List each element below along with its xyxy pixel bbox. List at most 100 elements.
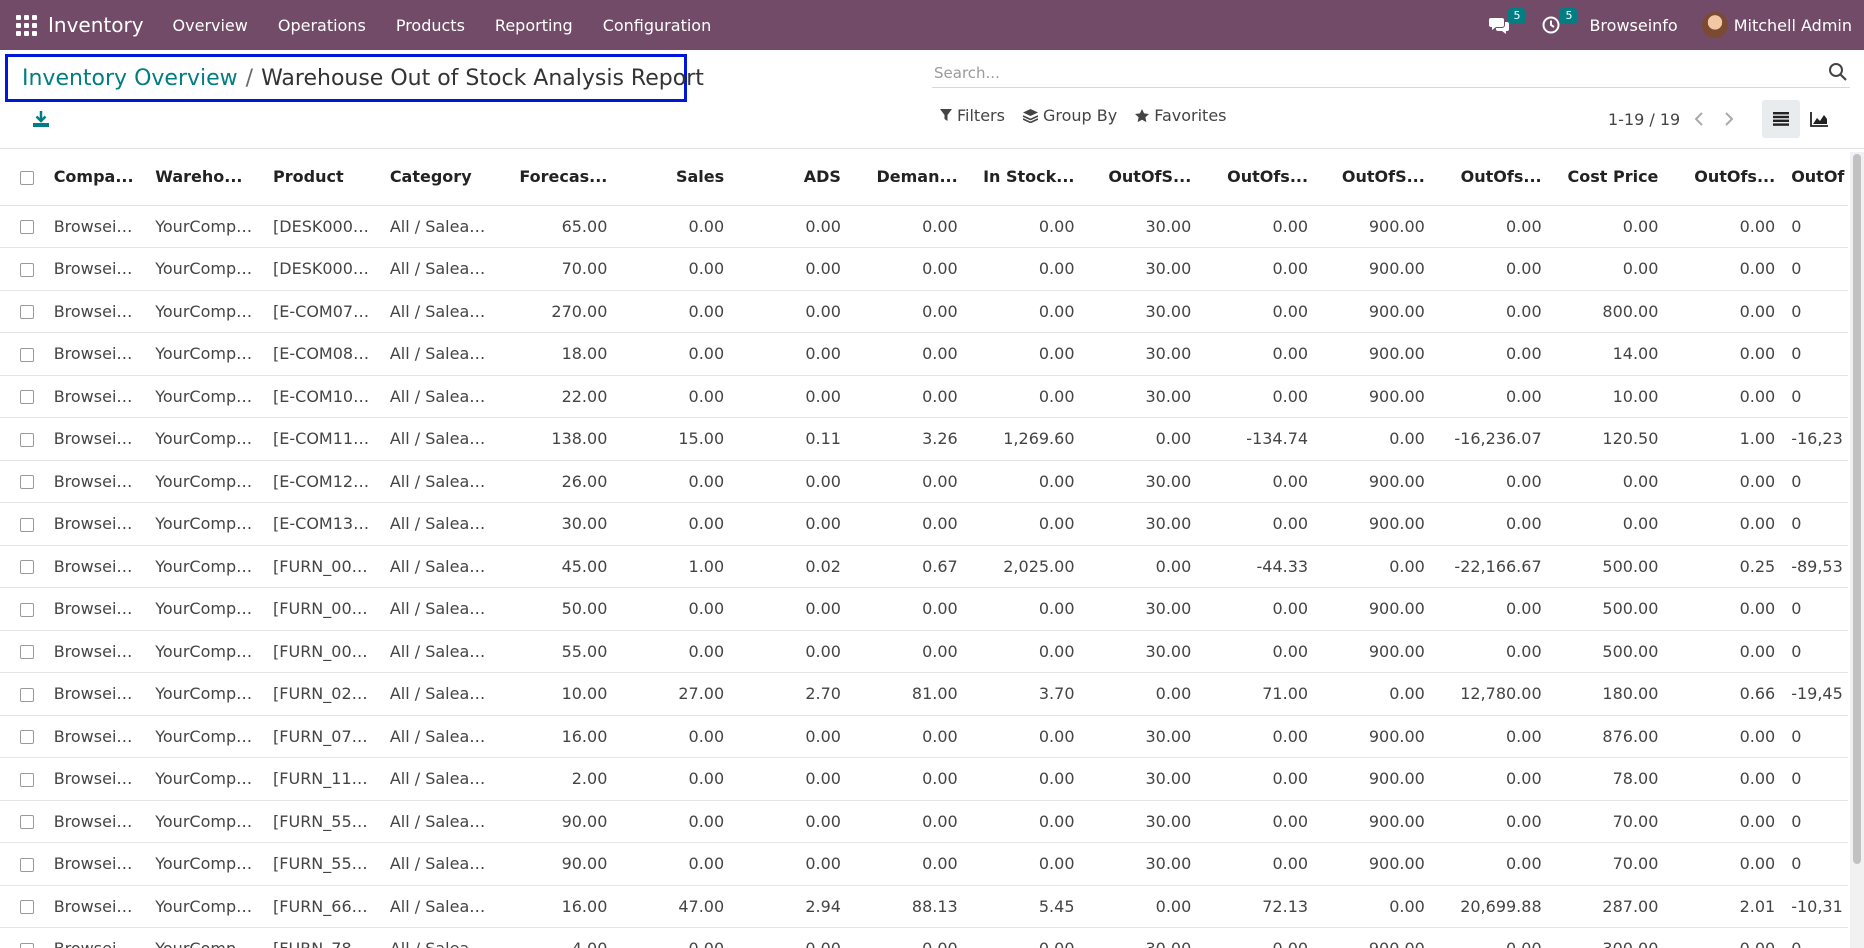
table-cell: 0.00 [848,842,966,886]
column-header[interactable]: Wareho... [147,149,266,206]
table-row[interactable]: Browseinfo YourCompany [E-COM07] ... All / … [0,290,1848,333]
table-cell: 0.00 [732,927,849,948]
table-cell: 900.00 [1316,332,1433,376]
table-row[interactable]: Browseinfo YourCompany [FURN_555... All / S… [0,800,1848,843]
row-checkbox[interactable] [0,247,46,291]
row-checkbox[interactable] [0,205,46,248]
column-header[interactable]: Sales [615,149,733,206]
menu-operations[interactable]: Operations [263,16,381,35]
menu-products[interactable]: Products [381,16,480,35]
row-checkbox[interactable] [0,715,46,758]
table-cell: All / Saleabl... [381,460,499,503]
company-switcher[interactable]: Browseinfo [1589,16,1677,35]
table-cell: 2.94 [732,885,849,928]
menu-configuration[interactable]: Configuration [588,16,727,35]
pager-next-button[interactable] [1718,108,1740,130]
table-cell: [E-COM13] ... [265,502,382,546]
row-checkbox[interactable] [0,630,46,673]
row-checkbox[interactable] [0,842,46,886]
column-header[interactable]: OutOf [1783,149,1848,206]
table-row[interactable]: Browseinfo YourCompany [FURN_009... All / S… [0,545,1848,588]
row-checkbox[interactable] [0,502,46,546]
column-header[interactable]: OutOfs... [1666,149,1784,206]
row-checkbox[interactable] [0,375,46,418]
row-checkbox[interactable] [0,757,46,801]
column-header[interactable]: Forecas... [498,149,616,206]
column-header[interactable]: OutOfs... [1432,149,1550,206]
table-header-row: Compa... Wareho... Product Category Fore… [0,149,1848,206]
table-row[interactable]: Browseinfo YourCompany [FURN_026... All / S… [0,672,1848,716]
column-header[interactable]: OutOfS... [1082,149,1200,206]
pager-previous-button[interactable] [1688,108,1710,130]
column-header[interactable]: Compa... [45,149,148,206]
table-cell: -10,31 [1783,885,1848,928]
column-header[interactable]: Cost Price [1549,149,1667,206]
row-checkbox[interactable] [0,332,46,376]
table-cell: YourCompany [147,502,266,546]
column-header[interactable]: Deman... [848,149,966,206]
column-header[interactable]: OutOfS... [1316,149,1433,206]
table-cell: 0 [1783,502,1848,546]
table-cell: 0.00 [1199,757,1317,801]
table-row[interactable]: BrowseinfoYourCompany[FURN_780...All / S… [0,927,1848,948]
row-checkbox[interactable] [0,290,46,333]
table-cell: All / Saleabl... [381,290,499,333]
table-cell: 0.00 [848,630,966,673]
column-header[interactable]: OutOfs... [1199,149,1317,206]
table-cell: 0.67 [848,545,966,588]
column-header[interactable]: Product [265,149,382,206]
row-checkbox[interactable] [0,885,46,928]
group-by-button[interactable]: Group By [1022,106,1117,125]
column-header[interactable]: ADS [732,149,849,206]
table-row[interactable]: Browseinfo YourCompany [FURN_111... All / S… [0,757,1848,801]
row-checkbox[interactable] [0,672,46,716]
table-cell: 0.00 [848,927,966,948]
search-icon[interactable] [1828,62,1848,82]
row-checkbox[interactable] [0,800,46,843]
table-row[interactable]: Browseinfo YourCompany [FURN_078... All / S… [0,715,1848,758]
row-checkbox[interactable] [0,460,46,503]
row-checkbox[interactable] [0,927,46,948]
table-row[interactable]: Browseinfo YourCompany [DESK0006]... All / … [0,247,1848,291]
apps-menu-icon[interactable] [14,13,38,37]
user-menu[interactable]: Mitchell Admin [1701,12,1852,38]
messages-button[interactable]: 5 [1485,8,1526,39]
download-icon[interactable] [30,108,52,130]
row-checkbox[interactable] [0,545,46,588]
table-row[interactable]: Browseinfo YourCompany [E-COM10] ... All / … [0,375,1848,418]
table-row[interactable]: Browseinfo YourCompany [FURN_555... All / S… [0,842,1848,886]
table-row[interactable]: Browseinfo YourCompany [DESK0005]... All / … [0,205,1848,248]
table-cell: [DESK0005]... [265,205,382,248]
menu-reporting[interactable]: Reporting [480,16,588,35]
table-row[interactable]: Browseinfo YourCompany [E-COM12] ... All / … [0,460,1848,503]
select-all-checkbox[interactable] [0,149,46,206]
table-row[interactable]: Browseinfo YourCompany [E-COM13] ... All / … [0,502,1848,546]
filters-button[interactable]: Filters [940,106,1005,125]
table-row[interactable]: Browseinfo YourCompany [E-COM11] ... All / … [0,417,1848,461]
list-view-button[interactable] [1762,100,1800,138]
graph-view-button[interactable] [1800,100,1838,138]
table-row[interactable]: Browseinfo YourCompany [FURN_009... All / S… [0,587,1848,631]
column-header[interactable]: Category [381,149,499,206]
search-input[interactable] [932,59,1812,86]
table-cell: Browseinfo [45,332,148,376]
pager-value[interactable]: 1-19 / 19 [1608,110,1680,129]
favorites-button[interactable]: Favorites [1135,106,1227,125]
table-cell: 0.00 [732,630,849,673]
app-name[interactable]: Inventory [48,13,144,37]
table-cell: Browseinfo [45,460,148,503]
row-checkbox[interactable] [0,417,46,461]
activities-button[interactable]: 5 [1537,8,1578,39]
table-row[interactable]: Browseinfo YourCompany [FURN_666... All / S… [0,885,1848,928]
table-cell: 0.00 [615,927,733,948]
chat-icon [1489,18,1510,34]
breadcrumb-parent-link[interactable]: Inventory Overview [22,66,238,91]
table-cell: [E-COM10] ... [265,375,382,418]
column-header[interactable]: In Stock... [965,149,1083,206]
vertical-scrollbar[interactable] [1850,152,1864,948]
scrollbar-thumb[interactable] [1853,154,1861,864]
row-checkbox[interactable] [0,587,46,631]
table-row[interactable]: Browseinfo YourCompany [FURN_009... All / S… [0,630,1848,673]
table-row[interactable]: Browseinfo YourCompany [E-COM08] ... All / … [0,332,1848,376]
menu-overview[interactable]: Overview [158,16,263,35]
